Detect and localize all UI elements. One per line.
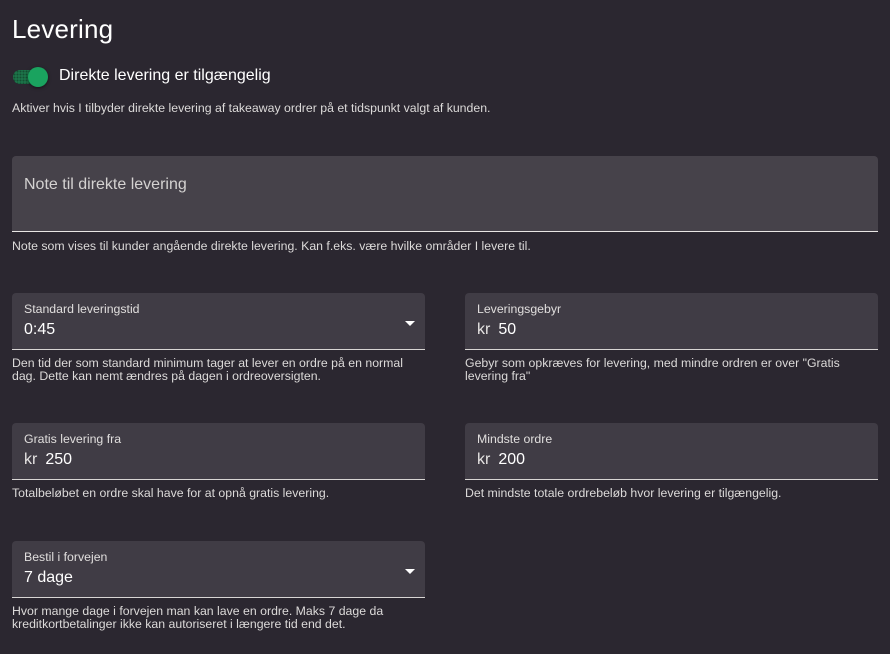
delivery-fee-value: 50	[498, 321, 517, 338]
currency-prefix: kr	[24, 451, 38, 468]
minimum-order-value: 200	[498, 451, 526, 468]
chevron-down-icon[interactable]	[405, 569, 415, 574]
order-ahead-help: Hvor mange dage i forvejen man kan lave …	[12, 604, 384, 631]
delivery-note-help: Note som vises til kunder angående direk…	[12, 239, 531, 253]
standard-delivery-time-select[interactable]: Standard leveringstid 0:45	[12, 293, 425, 350]
currency-prefix: kr	[477, 451, 491, 468]
standard-delivery-time-label: Standard leveringstid	[24, 302, 140, 316]
delivery-note-placeholder: Note til direkte levering	[24, 176, 187, 193]
order-ahead-value: 7 dage	[24, 569, 73, 586]
standard-delivery-time-value: 0:45	[24, 321, 56, 338]
delivery-note-input[interactable]: Note til direkte levering	[12, 156, 878, 232]
free-delivery-from-label: Gratis levering fra	[24, 432, 122, 446]
delivery-fee-label: Leveringsgebyr	[477, 302, 562, 316]
minimum-order-value-wrap: kr 200	[477, 451, 525, 469]
delivery-fee-input[interactable]: Leveringsgebyr kr 50	[465, 293, 878, 350]
free-delivery-from-input[interactable]: Gratis levering fra kr 250	[12, 423, 425, 480]
standard-delivery-time-help: Den tid der som standard minimum tager a…	[12, 356, 403, 383]
order-ahead-select[interactable]: Bestil i forvejen 7 dage	[12, 541, 425, 598]
delivery-fee-value-wrap: kr 50	[477, 321, 516, 339]
delivery-settings-page: Levering Direkte levering er tilgængelig…	[0, 0, 890, 654]
minimum-order-help: Det mindste totale ordrebeløb hvor lever…	[465, 486, 782, 500]
direct-delivery-label[interactable]: Direkte levering er tilgængelig	[59, 67, 271, 85]
minimum-order-label: Mindste ordre	[477, 432, 553, 446]
direct-delivery-switch[interactable]	[12, 64, 50, 88]
currency-prefix: kr	[477, 321, 491, 338]
free-delivery-from-value: 250	[45, 451, 73, 468]
page-title: Levering	[12, 14, 114, 44]
minimum-order-input[interactable]: Mindste ordre kr 200	[465, 423, 878, 480]
direct-delivery-toggle-row: Direkte levering er tilgængelig	[12, 64, 271, 88]
delivery-fee-help: Gebyr som opkræves for levering, med min…	[465, 356, 840, 383]
order-ahead-label: Bestil i forvejen	[24, 550, 108, 564]
switch-thumb[interactable]	[28, 67, 48, 87]
free-delivery-from-value-wrap: kr 250	[24, 451, 72, 469]
chevron-down-icon[interactable]	[405, 321, 415, 326]
direct-delivery-description: Aktiver hvis I tilbyder direkte levering…	[12, 101, 491, 115]
free-delivery-from-help: Totalbeløbet en ordre skal have for at o…	[12, 486, 330, 500]
